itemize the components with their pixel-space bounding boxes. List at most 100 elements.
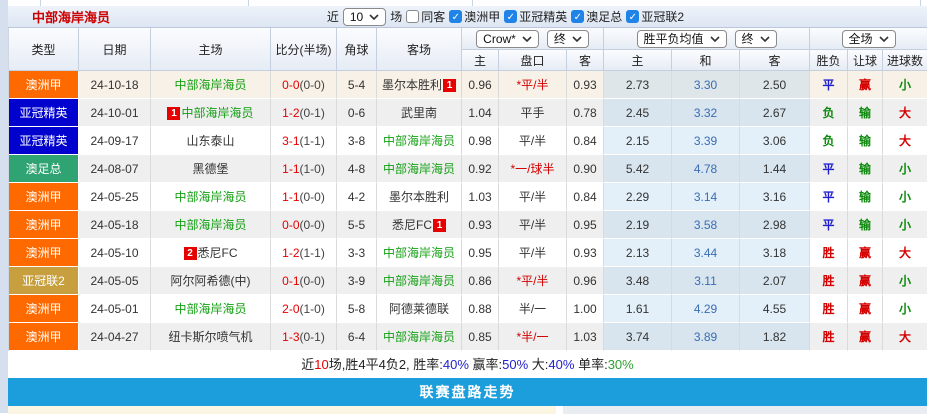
away-team-name: 武里南 — [401, 106, 437, 120]
away-team-name: 中部海岸海员 — [383, 134, 455, 148]
same-away-checkbox[interactable]: ✓ — [406, 10, 419, 23]
goals-over-under-cell: 大 — [883, 239, 927, 267]
handicap-line: *平/半 — [499, 267, 567, 295]
home-team-name: 中部海岸海员 — [174, 302, 246, 316]
col-away: 客场 — [377, 28, 462, 71]
league-badge: 澳洲甲 — [9, 295, 79, 323]
scope-select[interactable]: 全场 — [842, 30, 896, 48]
full-time-score: 1-1 — [282, 162, 299, 176]
filter-australia-cup[interactable]: ✓ 澳足总 — [571, 8, 622, 25]
filter-aleague-checkbox[interactable]: ✓ — [449, 10, 462, 23]
result-cell: 负 — [810, 127, 848, 155]
match-count-value: 10 — [350, 10, 363, 24]
same-away-label: 同客 — [421, 8, 445, 25]
euro-draw-odds: 3.32 — [672, 99, 740, 127]
summary-segment: 10 — [314, 357, 328, 372]
record-summary: 近10场,胜4平4负2, 胜率:40% 赢率:50% 大:40% 单率:30% — [8, 351, 927, 378]
handicap-line: 平/半 — [499, 183, 567, 211]
filter-aleague[interactable]: ✓ 澳洲甲 — [449, 8, 500, 25]
filter-australia-cup-label: 澳足总 — [586, 8, 622, 25]
europe-odds-header: 胜平负均值 终 — [604, 28, 810, 50]
euro-away-odds: 3.18 — [740, 239, 810, 267]
euro-home-odds: 2.73 — [604, 71, 672, 99]
summary-segment: 40% — [548, 357, 574, 372]
home-team-cell: 中部海岸海员 — [151, 71, 271, 99]
home-team-cell: 纽卡斯尔喷气机 — [151, 323, 271, 351]
away-red-card-badge: 1 — [443, 79, 456, 92]
away-team-cell: 墨尔本胜利1 — [377, 71, 462, 99]
summary-segment: 大: — [528, 357, 548, 372]
match-row: 澳洲甲 24-05-10 2悉尼FC 1-2(1-1) 3-3 中部海岸海员 0… — [9, 239, 927, 267]
match-row: 澳洲甲 24-05-01 中部海岸海员 2-0(1-0) 5-8 阿德莱德联 0… — [9, 295, 927, 323]
home-team-name: 山东泰山 — [186, 134, 234, 148]
handicap-cover-cell: 赢 — [848, 323, 883, 351]
away-team-name: 中部海岸海员 — [383, 330, 455, 344]
half-time-score: (1-0) — [300, 302, 325, 316]
handicap-line: 平/半 — [499, 211, 567, 239]
match-rows: 澳洲甲 24-10-18 中部海岸海员 0-0(0-0) 5-4 墨尔本胜利1 … — [9, 71, 927, 351]
title-bar: 中部海岸海员 近 10 场 ✓ 同客 ✓ 澳洲甲 ✓ 亚冠精英 — [8, 6, 927, 28]
home-team-name: 纽卡斯尔喷气机 — [168, 330, 252, 344]
half-time-score: (0-0) — [300, 78, 325, 92]
handicap-line: 半/一 — [499, 295, 567, 323]
half-time-score: (0-1) — [300, 106, 325, 120]
league-badge: 澳洲甲 — [9, 71, 79, 99]
asian-away-odds: 0.78 — [567, 99, 604, 127]
filter-australia-cup-checkbox[interactable]: ✓ — [571, 10, 584, 23]
result-cell: 平 — [810, 155, 848, 183]
handicap-cover-cell: 赢 — [848, 295, 883, 323]
league-badge: 亚冠精英 — [9, 127, 79, 155]
asian-away-odds: 0.84 — [567, 183, 604, 211]
bookmaker-stage-value: 终 — [554, 30, 566, 47]
result-cell: 平 — [810, 211, 848, 239]
half-time-score: (1-1) — [300, 246, 325, 260]
goals-over-under-cell: 小 — [883, 295, 927, 323]
chevron-down-icon — [760, 36, 770, 42]
match-date: 24-10-18 — [79, 71, 151, 99]
match-date: 24-04-27 — [79, 323, 151, 351]
euro-away-odds: 3.16 — [740, 183, 810, 211]
filter-acl2[interactable]: ✓ 亚冠联2 — [626, 8, 684, 25]
home-team-cell: 阿尔阿希德(中) — [151, 267, 271, 295]
filter-acl-elite[interactable]: ✓ 亚冠精英 — [504, 8, 567, 25]
europe-stage-select[interactable]: 终 — [735, 30, 777, 48]
chevron-down-icon — [879, 36, 889, 42]
match-count-select[interactable]: 10 — [343, 8, 386, 26]
home-team-name: 中部海岸海员 — [174, 218, 246, 232]
match-date: 24-10-01 — [79, 99, 151, 127]
euro-home-odds: 2.19 — [604, 211, 672, 239]
summary-segment: 场,胜4平4负2, 胜率: — [329, 357, 443, 372]
bookmaker-stage-select[interactable]: 终 — [547, 30, 589, 48]
euro-away-odds: 2.98 — [740, 211, 810, 239]
asian-away-odds: 0.95 — [567, 211, 604, 239]
away-team-cell: 武里南 — [377, 99, 462, 127]
match-date: 24-05-01 — [79, 295, 151, 323]
home-team-cell: 中部海岸海员 — [151, 183, 271, 211]
subcol-euro-draw: 和 — [672, 50, 740, 71]
score-cell: 1-3(0-1) — [271, 323, 337, 351]
match-date: 24-05-05 — [79, 267, 151, 295]
corners-cell: 3-9 — [337, 267, 377, 295]
away-team-name: 中部海岸海员 — [383, 246, 455, 260]
asian-away-odds: 0.96 — [567, 267, 604, 295]
bookmaker-select[interactable]: Crow* — [476, 30, 539, 48]
filter-acl-elite-checkbox[interactable]: ✓ — [504, 10, 517, 23]
filter-acl2-checkbox[interactable]: ✓ — [626, 10, 639, 23]
euro-home-odds: 5.42 — [604, 155, 672, 183]
filter-acl2-label: 亚冠联2 — [641, 8, 684, 25]
euro-away-odds: 1.82 — [740, 323, 810, 351]
europe-odds-select[interactable]: 胜平负均值 — [637, 30, 727, 48]
home-team-name: 阿尔阿希德(中) — [171, 274, 251, 288]
asian-away-odds: 0.90 — [567, 155, 604, 183]
result-cell: 平 — [810, 183, 848, 211]
summary-segment: 单率: — [574, 357, 607, 372]
corners-cell: 5-8 — [337, 295, 377, 323]
col-home: 主场 — [151, 28, 271, 71]
away-team-cell: 中部海岸海员 — [377, 239, 462, 267]
asian-away-odds: 0.93 — [567, 71, 604, 99]
content-panel: 中部海岸海员 近 10 场 ✓ 同客 ✓ 澳洲甲 ✓ 亚冠精英 — [8, 0, 927, 414]
handicap-cover-cell: 赢 — [848, 71, 883, 99]
same-away-filter[interactable]: ✓ 同客 — [406, 8, 445, 25]
euro-away-odds: 2.67 — [740, 99, 810, 127]
league-badge: 亚冠联2 — [9, 267, 79, 295]
